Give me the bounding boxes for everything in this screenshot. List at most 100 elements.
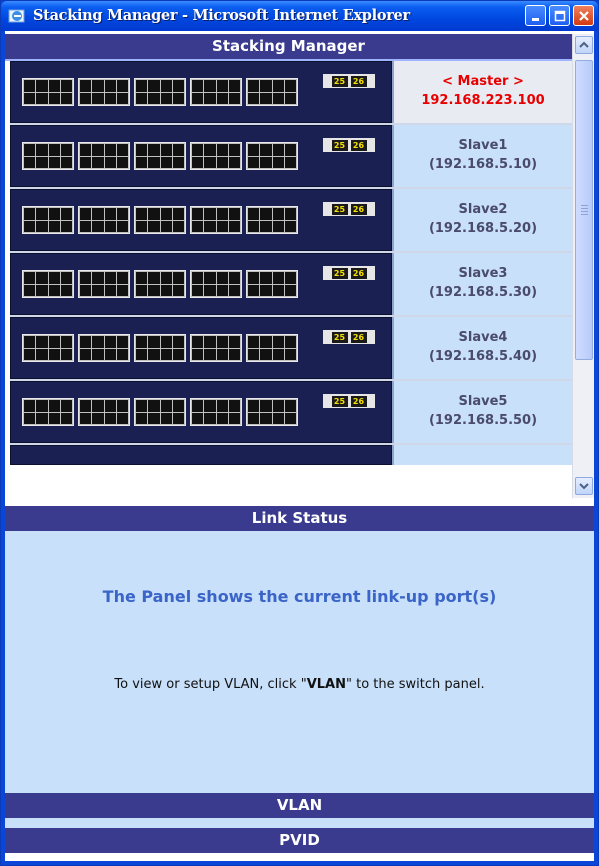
port-group	[78, 206, 130, 234]
port-group	[22, 78, 74, 106]
scroll-up-arrow-icon	[579, 41, 589, 48]
port-group	[246, 206, 298, 234]
port-group	[190, 142, 242, 170]
minimize-button[interactable]	[525, 5, 546, 26]
switch-panel-master[interactable]: 25 26	[10, 61, 392, 123]
link-status-section: Link Status The Panel shows the current …	[5, 506, 594, 796]
pvid-section-header[interactable]: PVID	[5, 828, 594, 853]
port-group	[190, 270, 242, 298]
unit-row-partial	[10, 445, 572, 465]
switch-panel-slave4[interactable]: 25 26	[10, 317, 392, 379]
sfp-port-25[interactable]: 25	[331, 267, 348, 279]
sfp-port-26[interactable]: 26	[350, 267, 367, 279]
port-group	[22, 206, 74, 234]
sfp-port-26[interactable]: 26	[350, 395, 367, 407]
port-group	[190, 334, 242, 362]
scroll-down-button[interactable]	[575, 477, 593, 495]
switch-panel-slave3[interactable]: 25 26	[10, 253, 392, 315]
unit-label-slave2[interactable]: Slave2 (192.168.5.20)	[392, 189, 572, 251]
unit-name: Slave2	[458, 202, 508, 217]
unit-ip: 192.168.223.100	[421, 93, 545, 108]
unit-label-slave5[interactable]: Slave5 (192.168.5.50)	[392, 381, 572, 443]
unit-label-master[interactable]: < Master > 192.168.223.100	[392, 61, 572, 123]
sfp-port-25[interactable]: 25	[331, 139, 348, 151]
port-group	[78, 78, 130, 106]
unit-ip: (192.168.5.10)	[428, 157, 538, 172]
unit-row-slave2: 25 26 Slave2 (192.168.5.20)	[10, 189, 572, 253]
title-bar[interactable]: Stacking Manager - Microsoft Internet Ex…	[1, 1, 598, 31]
port-group	[22, 142, 74, 170]
scroll-down-arrow-icon	[579, 483, 589, 490]
sfp-port-26[interactable]: 26	[350, 203, 367, 215]
sfp-ports: 25 26	[323, 138, 375, 152]
browser-window: Stacking Manager - Microsoft Internet Ex…	[0, 0, 599, 866]
port-group	[190, 78, 242, 106]
stacking-manager-header: Stacking Manager	[5, 34, 572, 61]
sfp-port-25[interactable]: 25	[331, 203, 348, 215]
port-group	[134, 334, 186, 362]
frame-scrollbar[interactable]	[572, 34, 594, 498]
vlan-section-header[interactable]: VLAN	[5, 793, 594, 818]
port-group	[246, 270, 298, 298]
unit-label-slave3[interactable]: Slave3 (192.168.5.30)	[392, 253, 572, 315]
unit-name: Slave3	[458, 266, 508, 281]
vlan-hint: To view or setup VLAN, click "VLAN" to t…	[5, 677, 594, 692]
port-group	[78, 334, 130, 362]
sfp-ports: 25 26	[323, 394, 375, 408]
grip-line	[581, 205, 588, 206]
unit-label-partial[interactable]	[392, 445, 572, 465]
port-group	[190, 398, 242, 426]
sfp-ports: 25 26	[323, 330, 375, 344]
unit-label-slave1[interactable]: Slave1 (192.168.5.10)	[392, 125, 572, 187]
unit-name: Slave1	[458, 138, 508, 153]
window-title: Stacking Manager - Microsoft Internet Ex…	[33, 7, 410, 24]
grip-line	[581, 214, 588, 215]
sfp-port-26[interactable]: 26	[350, 75, 367, 87]
sfp-ports: 25 26	[323, 74, 375, 88]
sfp-port-25[interactable]: 25	[331, 75, 348, 87]
minimize-icon	[531, 17, 539, 21]
sfp-port-25[interactable]: 25	[331, 331, 348, 343]
sfp-port-26[interactable]: 26	[350, 139, 367, 151]
stacking-frame: Stacking Manager 25 26 < Master > 192.16…	[5, 31, 594, 501]
switch-panel-slave5[interactable]: 25 26	[10, 381, 392, 443]
unit-name: Slave5	[458, 394, 508, 409]
section-gap	[5, 818, 594, 828]
unit-label-slave4[interactable]: Slave4 (192.168.5.40)	[392, 317, 572, 379]
switch-panel-slave2[interactable]: 25 26	[10, 189, 392, 251]
sfp-port-25[interactable]: 25	[331, 395, 348, 407]
port-group	[134, 142, 186, 170]
close-icon	[578, 10, 589, 21]
switch-panel-slave1[interactable]: 25 26	[10, 125, 392, 187]
port-group	[246, 398, 298, 426]
port-group	[22, 398, 74, 426]
unit-row-slave3: 25 26 Slave3 (192.168.5.30)	[10, 253, 572, 317]
grip-line	[581, 208, 588, 209]
port-group	[246, 142, 298, 170]
switch-panel-partial[interactable]	[10, 445, 392, 465]
link-status-message: The Panel shows the current link-up port…	[102, 587, 497, 606]
maximize-button[interactable]	[549, 5, 570, 26]
port-group	[78, 270, 130, 298]
port-group	[246, 78, 298, 106]
unit-ip: (192.168.5.40)	[428, 349, 538, 364]
sfp-ports: 25 26	[323, 202, 375, 216]
unit-name: Slave4	[458, 330, 508, 345]
sfp-port-26[interactable]: 26	[350, 331, 367, 343]
scroll-thumb[interactable]	[575, 60, 593, 360]
unit-ip: (192.168.5.30)	[428, 285, 538, 300]
unit-ip: (192.168.5.50)	[428, 413, 538, 428]
port-group	[134, 78, 186, 106]
sfp-ports: 25 26	[323, 266, 375, 280]
port-group	[134, 206, 186, 234]
port-group	[78, 142, 130, 170]
close-button[interactable]	[573, 5, 594, 26]
port-group	[78, 398, 130, 426]
unit-row-master: 25 26 < Master > 192.168.223.100	[10, 61, 572, 125]
vlan-hint-after: " to the switch panel.	[345, 677, 485, 692]
port-group	[22, 270, 74, 298]
port-group	[134, 270, 186, 298]
unit-ip: (192.168.5.20)	[428, 221, 538, 236]
scroll-up-button[interactable]	[575, 36, 593, 54]
link-status-header[interactable]: Link Status	[5, 506, 594, 531]
